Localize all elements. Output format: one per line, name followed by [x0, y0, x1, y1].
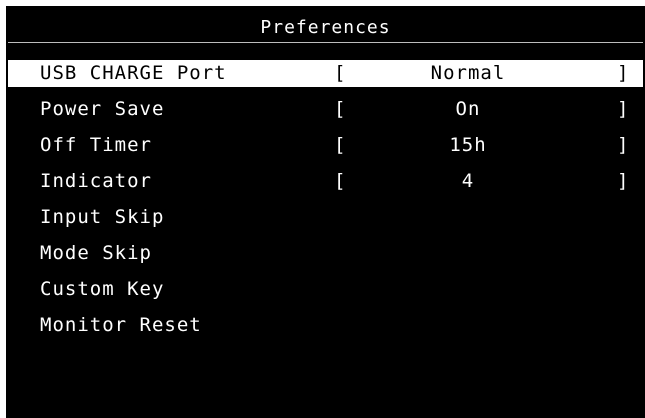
- menu-item-label: Mode Skip: [40, 242, 152, 264]
- value-bracket-close: ]: [617, 134, 630, 156]
- menu-item-value: On: [455, 98, 481, 120]
- value-bracket-open: [: [334, 170, 347, 192]
- value-bracket-close: ]: [617, 98, 630, 120]
- preferences-menu-panel: Preferences USB CHARGE Port [ Normal ] P…: [6, 6, 645, 418]
- menu-item-monitor-reset[interactable]: Monitor Reset: [6, 312, 645, 348]
- title-divider: [8, 42, 643, 43]
- value-bracket-open: [: [334, 62, 347, 84]
- menu-item-power-save[interactable]: Power Save [ On ]: [6, 96, 645, 132]
- value-bracket-close: ]: [617, 62, 630, 84]
- menu-item-input-skip[interactable]: Input Skip: [6, 204, 645, 240]
- menu-title: Preferences: [260, 17, 391, 38]
- menu-item-indicator[interactable]: Indicator [ 4 ]: [6, 168, 645, 204]
- menu-item-custom-key[interactable]: Custom Key: [6, 276, 645, 312]
- menu-item-label: Off Timer: [40, 134, 152, 156]
- menu-list: USB CHARGE Port [ Normal ] Power Save [ …: [6, 60, 645, 348]
- menu-item-value: Normal: [430, 62, 506, 84]
- menu-item-label: USB CHARGE Port: [40, 62, 227, 84]
- menu-item-label: Monitor Reset: [40, 314, 202, 336]
- menu-item-label: Input Skip: [40, 206, 165, 228]
- menu-item-label: Power Save: [40, 98, 165, 120]
- menu-item-label: Custom Key: [40, 278, 165, 300]
- menu-item-usb-charge-port[interactable]: USB CHARGE Port [ Normal ]: [6, 60, 645, 96]
- menu-item-value: 4: [461, 170, 475, 192]
- menu-item-mode-skip[interactable]: Mode Skip: [6, 240, 645, 276]
- menu-item-off-timer[interactable]: Off Timer [ 15h ]: [6, 132, 645, 168]
- menu-item-value: 15h: [449, 134, 487, 156]
- value-bracket-open: [: [334, 98, 347, 120]
- menu-item-label: Indicator: [40, 170, 152, 192]
- value-bracket-open: [: [334, 134, 347, 156]
- value-bracket-close: ]: [617, 170, 630, 192]
